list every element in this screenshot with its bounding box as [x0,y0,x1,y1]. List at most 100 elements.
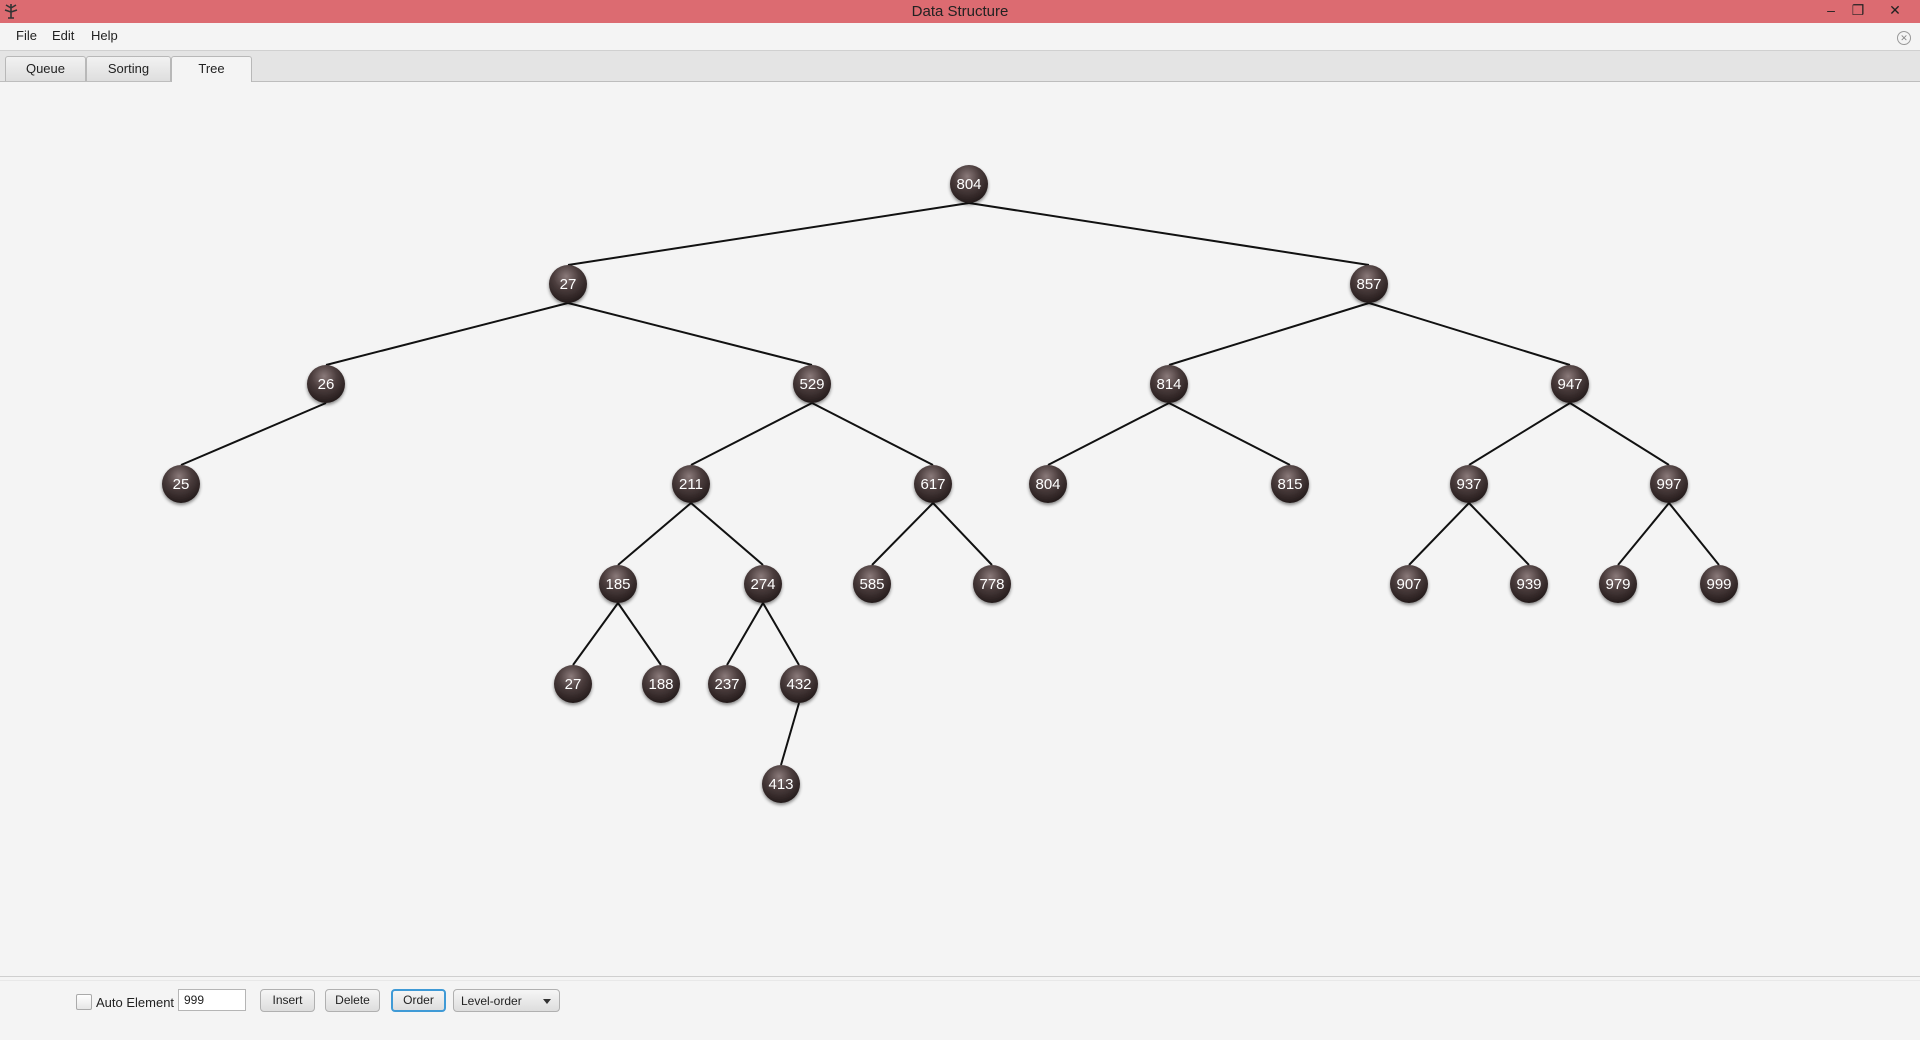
close-window-button[interactable]: ✕ [1882,0,1908,20]
tree-edge [325,302,569,366]
menu-bar: File Edit Help ✕ [0,23,1920,51]
tree-node[interactable]: 907 [1390,565,1428,603]
auto-element-checkbox[interactable] [76,994,92,1010]
tree-node[interactable]: 997 [1650,465,1688,503]
tree-node[interactable]: 804 [950,165,988,203]
tree-node-value: 997 [1656,476,1681,493]
order-mode-value: Level-order [461,994,522,1008]
tree-node-value: 27 [565,676,582,693]
tree-node[interactable]: 274 [744,565,782,603]
tree-node-value: 617 [920,476,945,493]
tree-node[interactable]: 211 [672,465,710,503]
tree-node-value: 815 [1277,476,1302,493]
tree-edge [1047,402,1170,466]
tree-edge [1168,402,1291,466]
tab-queue[interactable]: Queue [5,56,86,81]
menu-help[interactable]: Help [91,28,118,43]
tree-node[interactable]: 188 [642,665,680,703]
tree-edge [1368,302,1571,366]
tree-node-value: 947 [1557,376,1582,393]
tree-edge [567,202,970,266]
tree-node-value: 804 [956,176,981,193]
tree-node-value: 939 [1516,576,1541,593]
tree-node[interactable]: 617 [914,465,952,503]
tree-edge [1468,402,1571,466]
tree-node-value: 937 [1456,476,1481,493]
tree-node[interactable]: 27 [554,665,592,703]
tree-node[interactable]: 237 [708,665,746,703]
tree-node-value: 585 [859,576,884,593]
tree-node-value: 432 [786,676,811,693]
close-icon[interactable]: ✕ [1897,31,1911,45]
tree-edge [690,402,813,466]
tree-edge [1468,502,1530,566]
tree-node[interactable]: 432 [780,665,818,703]
tree-edge [617,502,692,566]
tree-edge [871,502,934,566]
tab-bar: Queue Sorting Tree [0,51,1920,82]
tree-node[interactable]: 27 [549,265,587,303]
tree-diagram: 804 27 857 26 529 814 947 25 211 617 804 815 937 997 1… [162,165,1738,803]
tree-node[interactable]: 778 [973,565,1011,603]
restore-button[interactable]: ❐ [1845,0,1871,20]
title-bar: Data Structure – ❐ ✕ [0,0,1920,23]
tree-node[interactable]: 939 [1510,565,1548,603]
order-button[interactable]: Order [391,989,446,1012]
tree-edge [1617,502,1670,566]
insert-button[interactable]: Insert [260,989,315,1012]
tree-node[interactable]: 814 [1150,365,1188,403]
tree-node[interactable]: 26 [307,365,345,403]
tree-node-value: 211 [679,476,703,493]
tree-edge [780,702,800,766]
tree-node[interactable]: 529 [793,365,831,403]
tree-edge [932,502,993,566]
element-value-input[interactable] [178,989,246,1011]
tree-node-value: 907 [1396,576,1421,593]
tree-edge [567,302,813,366]
minimize-button[interactable]: – [1818,0,1844,20]
tree-node[interactable]: 947 [1551,365,1589,403]
control-bar: Auto Element Insert Delete Order Level-o… [0,980,1920,1040]
menu-edit[interactable]: Edit [52,28,74,43]
tree-node[interactable]: 999 [1700,565,1738,603]
tree-node[interactable]: 815 [1271,465,1309,503]
tree-node[interactable]: 804 [1029,465,1067,503]
tree-node-value: 979 [1605,576,1630,593]
tree-node[interactable]: 979 [1599,565,1637,603]
tab-sorting[interactable]: Sorting [86,56,171,81]
tree-node-value: 274 [750,576,775,593]
tree-edge [1168,302,1370,366]
tree-node[interactable]: 413 [762,765,800,803]
tree-edge [762,602,800,666]
delete-button[interactable]: Delete [325,989,380,1012]
tree-edge [690,502,764,566]
tree-edge [617,602,662,666]
tree-node-value: 27 [560,276,577,293]
tree-canvas: 804 27 857 26 529 814 947 25 211 617 804 815 937 997 1… [0,82,1920,975]
tree-node-value: 857 [1356,276,1381,293]
window-title: Data Structure [911,3,1009,20]
auto-element-label: Auto Element [96,995,175,1010]
tab-tree[interactable]: Tree [171,56,252,82]
tree-node-value: 529 [799,376,824,393]
tree-node-value: 413 [768,776,793,793]
tree-node-value: 778 [979,576,1004,593]
tree-node-value: 26 [318,376,335,393]
chevron-down-icon [543,999,551,1004]
tree-node-value: 185 [605,576,630,593]
tree-node[interactable]: 185 [599,565,637,603]
tree-node-value: 814 [1156,376,1181,393]
tree-node-value: 25 [173,476,190,493]
tree-edge [1569,402,1670,466]
tree-node[interactable]: 937 [1450,465,1488,503]
tree-edge [726,602,764,666]
tree-edge [1668,502,1720,566]
tree-node[interactable]: 585 [853,565,891,603]
tree-node[interactable]: 857 [1350,265,1388,303]
tree-edge [811,402,934,466]
tree-node-value: 237 [714,676,739,693]
tree-node[interactable]: 25 [162,465,200,503]
menu-file[interactable]: File [16,28,37,43]
order-mode-select[interactable]: Level-order [453,989,560,1012]
tree-edge [180,402,327,466]
